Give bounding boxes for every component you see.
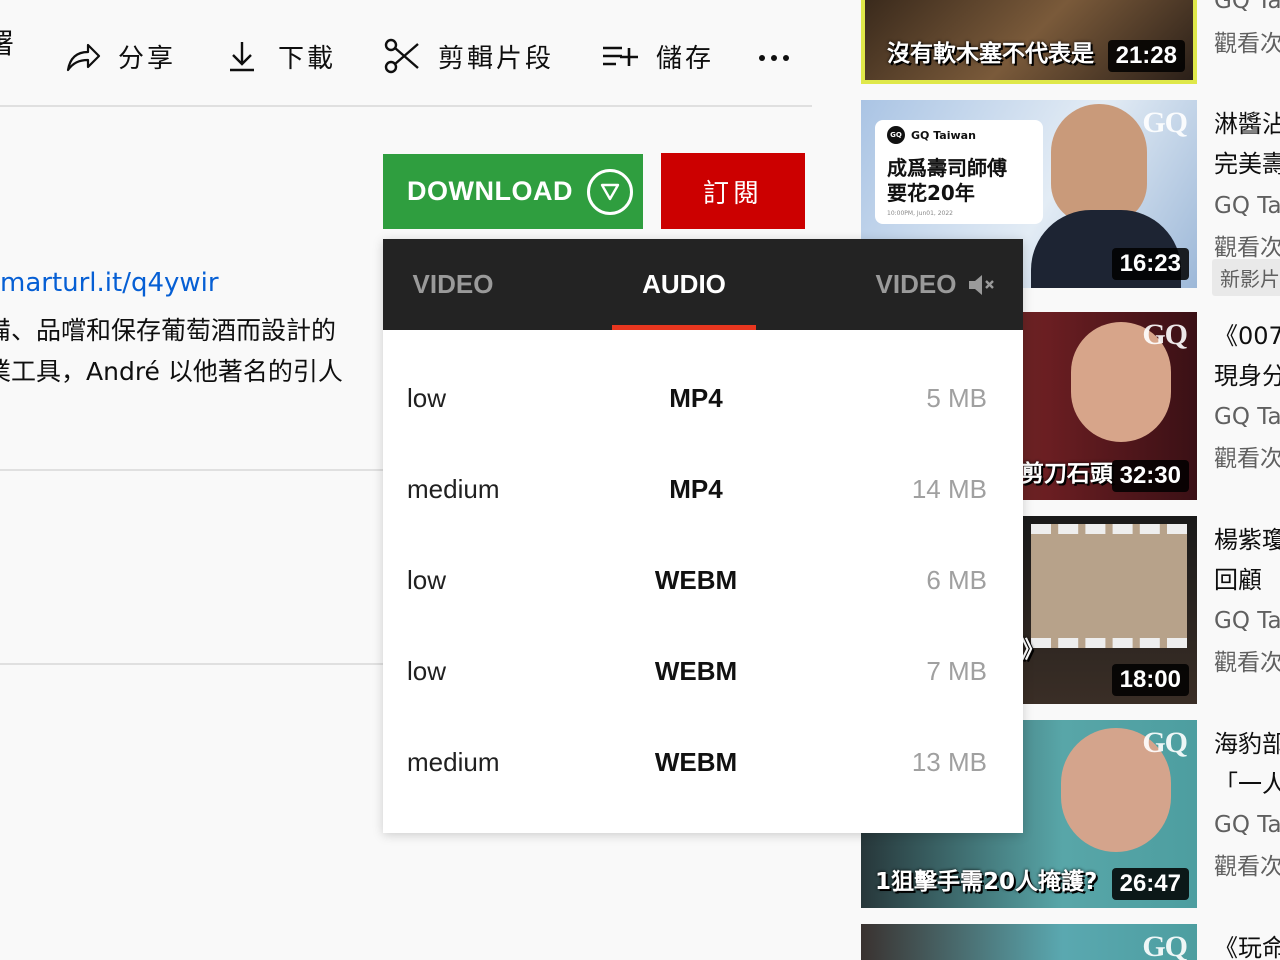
channel-logo: GQ	[887, 126, 905, 144]
thumbnail-overlay-text: 剪刀石頭	[1021, 461, 1113, 487]
video-views: 觀看次	[1214, 235, 1280, 261]
card-channel-name: GQ Taiwan	[911, 128, 976, 142]
thumbnail-overlay-text: 》	[1021, 637, 1044, 663]
divider	[0, 663, 383, 665]
download-action-button[interactable]: 下載	[220, 30, 336, 82]
format-option[interactable]: medium WEBM 13 MB	[383, 717, 1023, 808]
video-title[interactable]: 海豹部	[1214, 724, 1280, 759]
duration-badge: 18:00	[1111, 664, 1189, 696]
tab-audio[interactable]: AUDIO	[612, 239, 756, 330]
description-link[interactable]: marturl.it/q4ywir	[0, 268, 219, 298]
tab-label: VIDEO	[875, 269, 957, 299]
video-channel[interactable]: GQ Tai	[1214, 193, 1280, 219]
share-button[interactable]: 分享	[60, 30, 176, 82]
video-title[interactable]: 《玩命	[1214, 928, 1280, 960]
duration-badge: 16:23	[1111, 248, 1189, 280]
option-format: WEBM	[654, 656, 738, 686]
scissors-icon	[380, 34, 424, 78]
save-label: 儲存	[656, 43, 715, 74]
mute-icon	[966, 270, 996, 300]
option-size: 13 MB	[911, 747, 987, 777]
format-option[interactable]: medium MP4 14 MB	[383, 444, 1023, 535]
description-line: 備、品嚐和保存葡萄酒而設計的	[0, 316, 337, 345]
save-button[interactable]: 儲存	[598, 30, 714, 82]
gq-watermark: GQ	[1142, 726, 1188, 759]
option-quality: low	[407, 656, 447, 686]
video-views: 觀看次	[1214, 31, 1280, 57]
divider	[0, 469, 383, 471]
option-size: 6 MB	[926, 565, 987, 595]
video-title[interactable]: 楊紫瓊	[1214, 520, 1280, 555]
card-timestamp: 10:00PM, Jun01, 2022	[887, 210, 953, 217]
video-title[interactable]: 完美壽	[1214, 144, 1280, 179]
subscribe-button[interactable]: 訂閱	[661, 153, 805, 229]
option-size: 5 MB	[926, 383, 987, 413]
thumbnail-overlay-text: 1狙擊手需20人掩護?	[875, 869, 1098, 895]
card-headline: 要花20年	[887, 181, 975, 205]
video-title[interactable]: 《007	[1214, 316, 1280, 351]
gq-watermark: GQ	[1142, 106, 1188, 139]
video-channel[interactable]: GQ Tai	[1214, 404, 1280, 430]
option-quality: low	[407, 383, 447, 413]
option-quality: medium	[407, 474, 500, 504]
option-quality: low	[407, 565, 447, 595]
gq-watermark: GQ	[1142, 930, 1188, 960]
video-title[interactable]: 現身分	[1214, 356, 1280, 391]
download-icon	[220, 34, 264, 78]
download-extension-button[interactable]: DOWNLOAD	[383, 154, 643, 229]
divider	[0, 105, 812, 107]
format-tab-bar: VIDEO AUDIO VIDEO	[383, 239, 1023, 330]
description-line: 業工具，André 以他著名的引人	[0, 357, 343, 386]
tab-video-no-audio[interactable]: VIDEO	[865, 239, 1007, 330]
format-option[interactable]: low WEBM 7 MB	[383, 626, 1023, 717]
playlist-add-icon	[598, 34, 642, 78]
gq-watermark: GQ	[1142, 318, 1188, 351]
video-action-bar: 分享 下載 剪輯片段 儲存	[60, 30, 758, 82]
download-action-label: 下載	[278, 43, 337, 74]
video-views: 觀看次	[1214, 650, 1280, 676]
share-icon	[60, 34, 104, 78]
download-format-dropdown: VIDEO AUDIO VIDEO low MP4 5 MB medium MP…	[383, 239, 1023, 833]
option-format: MP4	[669, 383, 723, 413]
format-option[interactable]: low WEBM 6 MB	[383, 535, 1023, 626]
option-size: 7 MB	[926, 656, 987, 686]
tab-label: VIDEO	[412, 269, 494, 299]
option-quality: medium	[407, 747, 500, 777]
thumbnail-overlay-text: 沒有軟木塞不代表是	[887, 41, 1094, 67]
cut-title-char: 署	[0, 27, 15, 60]
video-thumbnail[interactable]: GQ	[861, 924, 1197, 960]
video-title[interactable]: 回顧	[1214, 560, 1262, 595]
video-title[interactable]: 「一人	[1214, 764, 1280, 799]
card-headline: 成爲壽司師傅	[887, 156, 1007, 180]
video-channel[interactable]: GQ Tai	[1214, 0, 1280, 14]
clip-button[interactable]: 剪輯片段	[380, 30, 554, 82]
more-actions-button[interactable]	[752, 38, 796, 78]
clip-label: 剪輯片段	[438, 43, 555, 74]
video-views: 觀看次	[1214, 854, 1280, 880]
tab-label: AUDIO	[642, 269, 726, 299]
tab-video[interactable]: VIDEO	[383, 239, 523, 330]
new-video-badge: 新影片	[1212, 259, 1280, 296]
chevron-down-circle-icon	[586, 168, 633, 215]
option-format: WEBM	[654, 747, 738, 777]
option-size: 14 MB	[911, 474, 987, 504]
option-format: MP4	[669, 474, 723, 504]
more-horizontal-icon	[759, 55, 765, 61]
video-views: 觀看次	[1214, 446, 1280, 472]
share-label: 分享	[118, 43, 177, 74]
duration-badge: 26:47	[1111, 868, 1189, 900]
duration-badge: 21:28	[1107, 40, 1185, 72]
video-channel[interactable]: GQ Tai	[1214, 608, 1280, 634]
thumbnail-post-card: GQ GQ Taiwan 成爲壽司師傅 要花20年 10:00PM, Jun01,…	[875, 120, 1043, 224]
download-extension-label: DOWNLOAD	[407, 176, 573, 206]
option-format: WEBM	[654, 565, 738, 595]
video-channel[interactable]: GQ Tai	[1214, 812, 1280, 838]
format-option[interactable]: low MP4 5 MB	[383, 353, 1023, 444]
duration-badge: 32:30	[1111, 460, 1189, 492]
youtube-watch-page: 署 分享 下載 剪輯片段 儲存 DOWNLOAD 訂閱 marturl.it/q…	[0, 0, 1280, 960]
video-title[interactable]: 淋醬沾	[1214, 104, 1280, 139]
video-thumbnail[interactable]: 沒有軟木塞不代表是 21:28	[861, 0, 1197, 84]
